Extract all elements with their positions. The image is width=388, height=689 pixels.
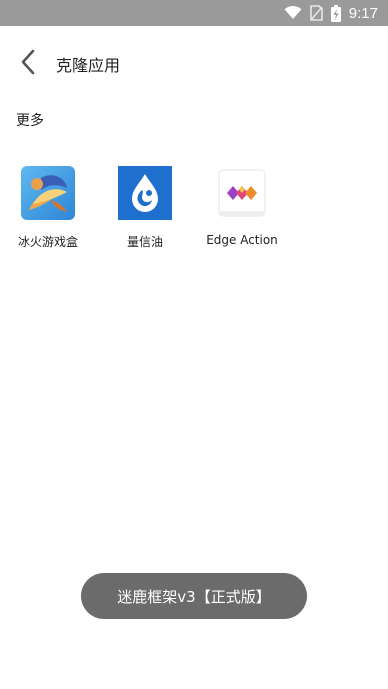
dragon-game-box-icon <box>21 166 75 220</box>
toast-text: 迷鹿框架v3【正式版】 <box>117 587 271 606</box>
section-header-more: 更多 <box>16 113 44 129</box>
no-sim-icon <box>309 5 323 21</box>
battery-charging-icon <box>330 4 341 22</box>
app-label: Edge Action <box>206 233 278 247</box>
app-bar: 克隆应用 <box>0 26 388 98</box>
app-item-bingho-game-box[interactable]: 冰火游戏盒 <box>2 166 94 256</box>
app-item-edge-action[interactable]: Edge Action <box>196 166 288 256</box>
wifi-icon <box>284 6 302 20</box>
chevron-left-icon <box>20 49 36 75</box>
status-icons: 9:17 <box>284 0 378 26</box>
app-label: 量信油 <box>126 235 163 249</box>
page-title: 克隆应用 <box>56 56 121 75</box>
app-grid: 冰火游戏盒 量信油 Edge Action <box>0 166 388 266</box>
status-time: 9:17 <box>348 4 378 22</box>
app-label: 冰火游戏盒 <box>17 235 78 249</box>
toast-message: 迷鹿框架v3【正式版】 <box>81 573 307 619</box>
blue-droplet-app-icon <box>118 166 172 220</box>
app-item-liangxinyou[interactable]: 量信油 <box>99 166 191 256</box>
back-button[interactable] <box>10 42 46 82</box>
status-bar: 9:17 <box>0 0 388 26</box>
edge-action-diamonds-icon <box>215 166 269 220</box>
